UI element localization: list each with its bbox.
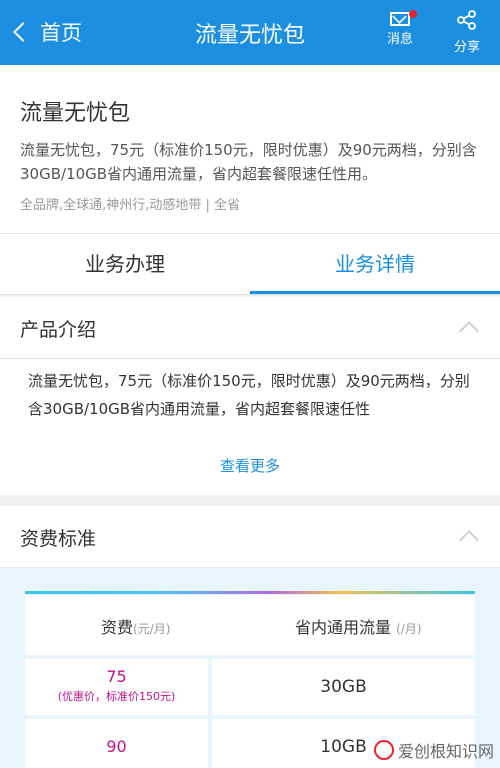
table-row: 75 (优惠价，标准价150元) 30GB xyxy=(25,659,475,715)
active-tab-indicator xyxy=(250,291,500,294)
envelope-icon xyxy=(390,12,410,26)
intro-section-title: 产品介绍 xyxy=(20,319,97,341)
data-cell: 30GB xyxy=(212,659,475,715)
chevron-up-icon[interactable] xyxy=(459,321,479,341)
price-cell: 75 (优惠价，标准价150元) xyxy=(25,659,208,715)
share-button[interactable]: 分享 xyxy=(442,8,492,55)
watermark-logo-icon xyxy=(373,740,394,760)
price-value: 75 xyxy=(106,667,127,686)
product-title: 流量无忧包 xyxy=(20,101,131,126)
product-header: 流量无忧包 流量无忧包，75元（标准价150元，限时优惠）及90元两档，分别含3… xyxy=(0,65,500,233)
table-header-fee: 资费(元/月) xyxy=(101,618,171,637)
chevron-up-icon[interactable] xyxy=(459,530,479,550)
intro-section-header[interactable]: 产品介绍 xyxy=(0,297,500,359)
unread-dot xyxy=(409,10,417,18)
fee-section-title: 资费标准 xyxy=(20,528,97,550)
back-label: 首页 xyxy=(40,21,82,45)
divider xyxy=(0,495,500,506)
messages-label: 消息 xyxy=(386,32,413,47)
fee-section-header[interactable]: 资费标准 xyxy=(0,506,500,568)
tab-bar: 业务办理 业务详情 xyxy=(0,233,500,295)
table-header-row: 资费(元/月) 省内通用流量 (/月) xyxy=(25,595,475,655)
tab-business-details[interactable]: 业务详情 xyxy=(250,234,500,294)
back-button[interactable]: 首页 xyxy=(10,16,82,48)
price-cell: 90 xyxy=(25,719,208,768)
top-bar: 首页 流量无忧包 消息 分享 xyxy=(0,0,500,65)
messages-button[interactable]: 消息 xyxy=(375,8,425,47)
watermark-text: 爱创根知识网 xyxy=(397,742,494,761)
gradient-divider xyxy=(25,591,475,594)
share-icon xyxy=(457,10,476,30)
intro-section-body: 流量无忧包，75元（标准价150元，限时优惠）及90元两档，分别含30GB/10… xyxy=(0,359,500,495)
see-more-link[interactable]: 查看更多 xyxy=(0,455,500,476)
product-tags: 全品牌,全球通,神州行,动感地带 | 全省 xyxy=(20,198,241,213)
data-value: 30GB xyxy=(320,677,367,697)
tab-handle-business[interactable]: 业务办理 xyxy=(0,234,250,294)
fee-table-area: 资费(元/月) 省内通用流量 (/月) 75 (优惠价，标准价150元) 30G… xyxy=(0,568,500,768)
share-label: 分享 xyxy=(453,40,480,55)
table-header-data: 省内通用流量 (/月) xyxy=(295,618,422,637)
data-value: 10GB xyxy=(320,737,367,757)
intro-text: 流量无忧包，75元（标准价150元，限时优惠）及90元两档，分别含30GB/10… xyxy=(28,372,470,418)
price-note: (优惠价，标准价150元) xyxy=(57,690,176,703)
chevron-left-icon xyxy=(13,22,33,42)
price-value: 90 xyxy=(106,737,127,756)
product-description: 流量无忧包，75元（标准价150元，限时优惠）及90元两档，分别含30GB/10… xyxy=(20,141,477,183)
watermark: 爱创根知识网 xyxy=(373,738,494,762)
